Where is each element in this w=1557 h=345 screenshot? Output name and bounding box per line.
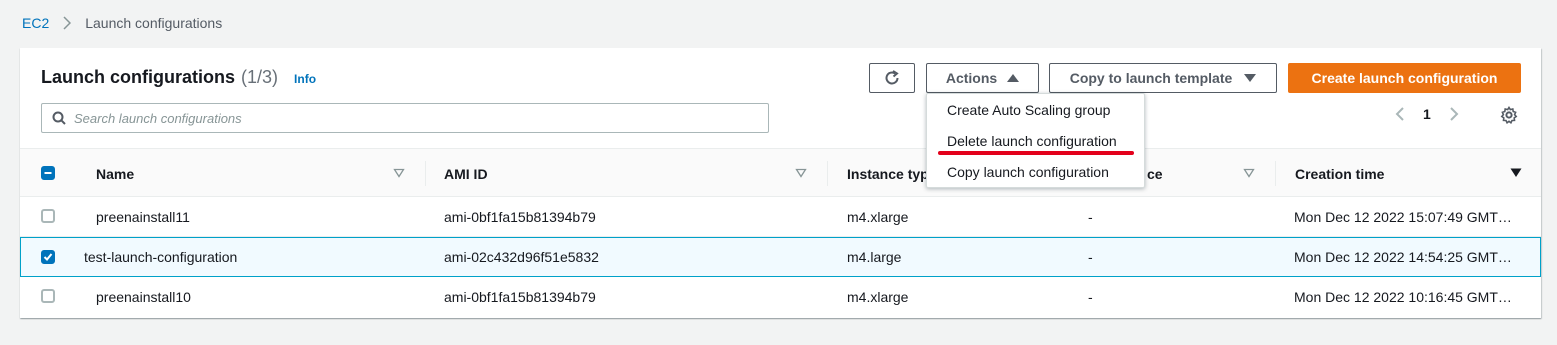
refresh-button[interactable]: [869, 63, 915, 93]
search-box: [41, 103, 769, 133]
sort-icon[interactable]: [393, 167, 405, 179]
caret-down-icon: [1244, 74, 1257, 82]
actions-button[interactable]: Actions: [926, 63, 1039, 93]
copy-label: Copy to launch template: [1069, 70, 1233, 86]
cell-name: preenainstall11: [96, 209, 190, 225]
chevron-left-icon[interactable]: [1395, 106, 1405, 122]
menu-item-copy-launch-configuration[interactable]: Copy launch configuration: [947, 164, 1109, 180]
menu-item-create-auto-scaling-group[interactable]: Create Auto Scaling group: [947, 102, 1110, 118]
column-header-name[interactable]: Name: [96, 149, 134, 198]
column-header-instance-type[interactable]: Instance typ: [847, 149, 929, 198]
row-checkbox-checked[interactable]: [41, 250, 55, 264]
search-input[interactable]: [74, 110, 724, 126]
actions-label: Actions: [945, 70, 998, 86]
cell-other: -: [1088, 209, 1093, 225]
breadcrumb: EC2 Launch configurations: [22, 14, 222, 32]
column-divider: [425, 161, 426, 186]
column-header-ami-id[interactable]: AMI ID: [444, 149, 488, 198]
cell-creation-time: Mon Dec 12 2022 14:54:25 GMT…: [1294, 249, 1512, 265]
chevron-right-icon: [63, 14, 72, 32]
cell-creation-time: Mon Dec 12 2022 15:07:49 GMT…: [1294, 209, 1512, 225]
column-header-creation-time[interactable]: Creation time: [1295, 149, 1384, 198]
cell-instance-type: m4.large: [847, 249, 902, 265]
cell-ami-id: ami-02c432d96f51e5832: [444, 249, 599, 265]
panel-header: Launch configurations (1/3) Info: [41, 67, 316, 88]
gear-icon: [1500, 105, 1518, 125]
menu-item-delete-launch-configuration[interactable]: Delete launch configuration: [947, 133, 1117, 149]
column-divider: [1275, 161, 1276, 186]
annotation-underline: [938, 151, 1134, 155]
sorted-descending-icon[interactable]: [1510, 168, 1522, 178]
sort-icon[interactable]: [1243, 167, 1255, 179]
page-title: Launch configurations: [41, 67, 236, 87]
breadcrumb-ec2-link[interactable]: EC2: [22, 15, 49, 31]
page-number[interactable]: 1: [1423, 106, 1431, 122]
cell-instance-type: m4.xlarge: [847, 289, 909, 305]
cell-other: -: [1088, 249, 1093, 265]
cell-ami-id: ami-0bf1fa15b81394b79: [444, 289, 596, 305]
row-checkbox[interactable]: [41, 209, 55, 223]
table-row[interactable]: preenainstall11 ami-0bf1fa15b81394b79 m4…: [20, 197, 1541, 237]
sort-icon[interactable]: [795, 167, 807, 179]
search-icon: [52, 111, 66, 125]
table-row[interactable]: preenainstall10 ami-0bf1fa15b81394b79 m4…: [20, 277, 1541, 317]
refresh-icon: [885, 70, 899, 85]
select-all-checkbox[interactable]: [41, 166, 55, 180]
cell-other: -: [1088, 289, 1093, 305]
cell-creation-time: Mon Dec 12 2022 10:16:45 GMT…: [1294, 289, 1512, 305]
selection-count: (1/3): [241, 67, 279, 87]
cell-name: preenainstall10: [96, 289, 191, 305]
column-divider: [827, 161, 828, 186]
launch-configurations-panel: Launch configurations (1/3) Info Actions…: [20, 48, 1541, 318]
table-settings-button[interactable]: [1500, 105, 1518, 127]
breadcrumb-current: Launch configurations: [85, 15, 223, 31]
cell-ami-id: ami-0bf1fa15b81394b79: [444, 209, 596, 225]
table-header: Name AMI ID Instance typ ce Creation tim…: [20, 148, 1541, 197]
info-link[interactable]: Info: [294, 72, 316, 86]
create-launch-configuration-button[interactable]: Create launch configuration: [1288, 63, 1521, 93]
table-row-selected[interactable]: test-launch-configuration ami-02c432d96f…: [20, 237, 1541, 277]
actions-dropdown-menu: Create Auto Scaling group Delete launch …: [926, 93, 1145, 188]
caret-up-icon: [1007, 74, 1020, 82]
copy-to-launch-template-button[interactable]: Copy to launch template: [1049, 63, 1277, 93]
cell-instance-type: m4.xlarge: [847, 209, 909, 225]
row-checkbox[interactable]: [41, 289, 55, 303]
column-header-partial[interactable]: ce: [1147, 149, 1163, 198]
pagination: 1: [1395, 106, 1459, 122]
chevron-right-icon[interactable]: [1449, 106, 1459, 122]
cell-name: test-launch-configuration: [84, 249, 238, 265]
